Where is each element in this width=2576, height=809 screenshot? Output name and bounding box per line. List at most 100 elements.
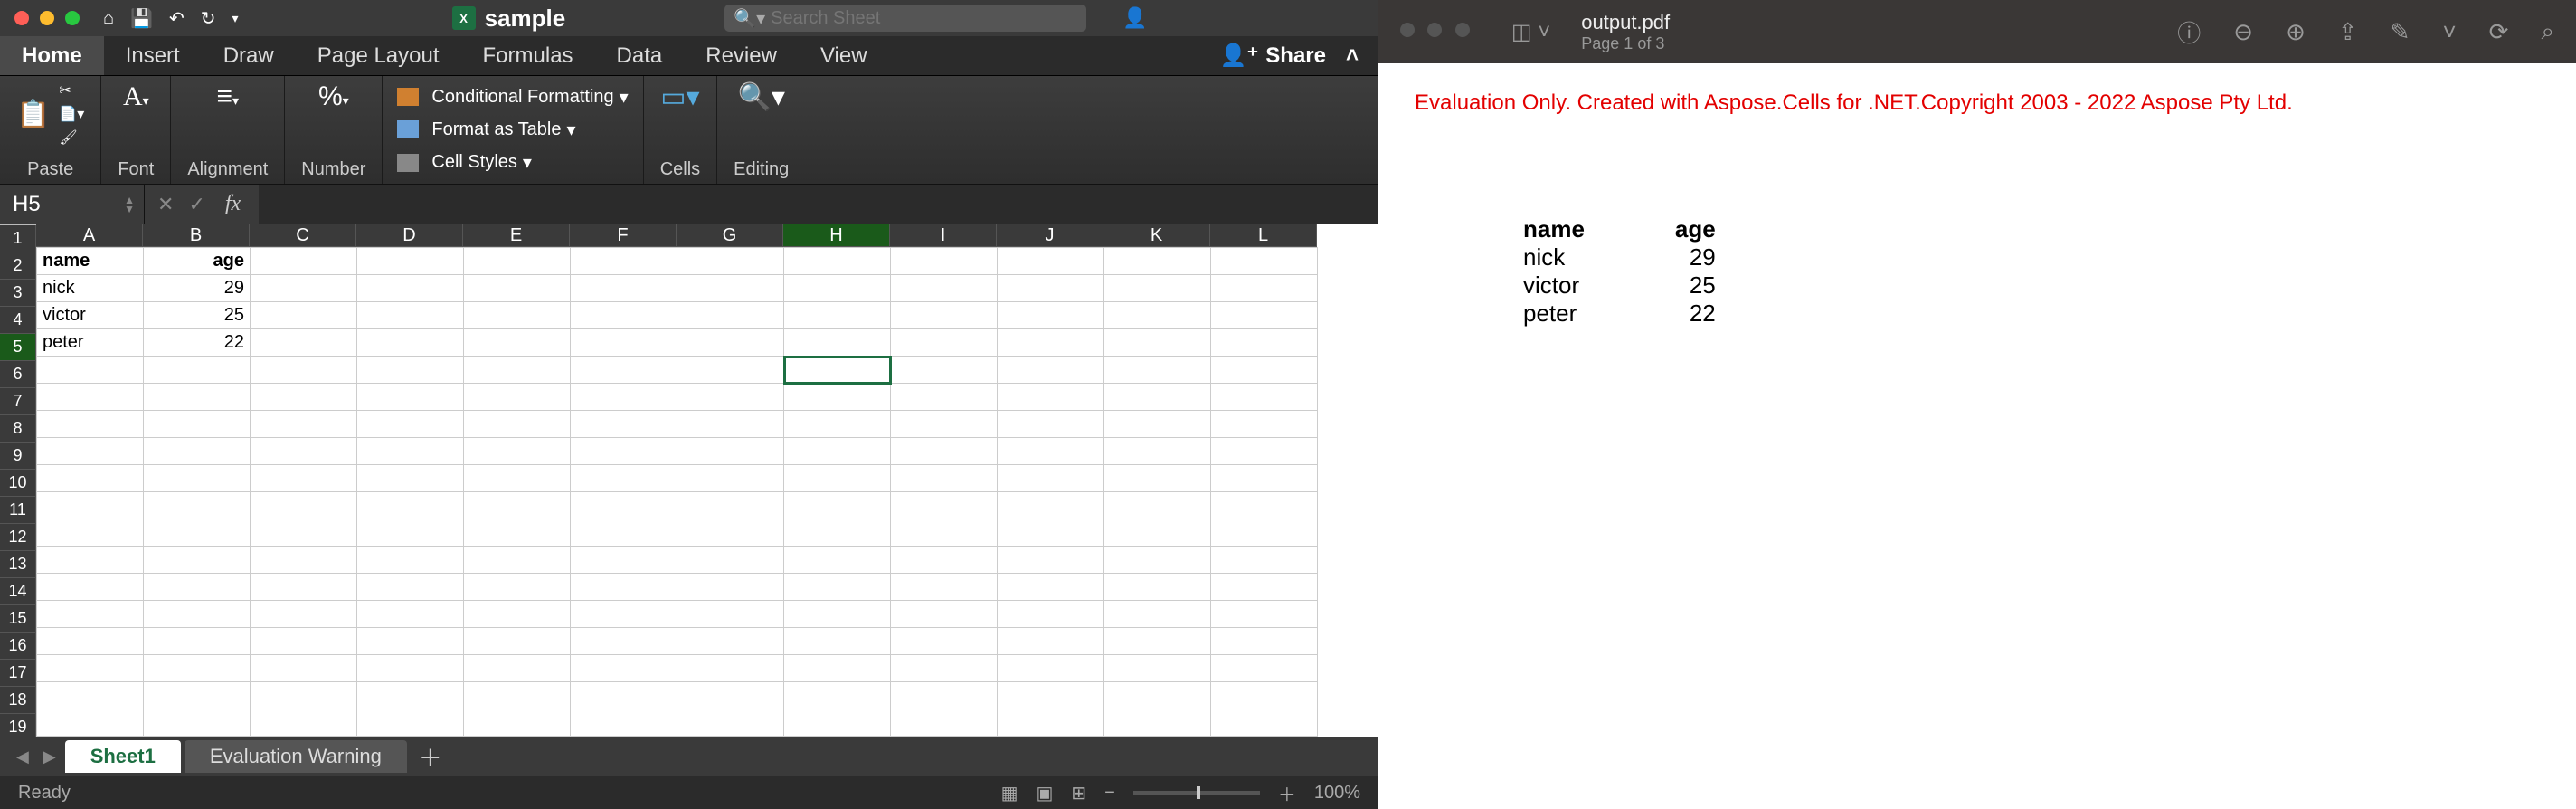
cell[interactable]: [571, 682, 677, 709]
cell[interactable]: [784, 492, 891, 519]
cell[interactable]: [998, 384, 1104, 411]
cells-area[interactable]: name age nick 29 victor 25: [36, 247, 1378, 737]
cell[interactable]: [1104, 574, 1211, 601]
cell[interactable]: [251, 682, 357, 709]
cell[interactable]: [998, 628, 1104, 655]
cell[interactable]: [1104, 384, 1211, 411]
cell[interactable]: [1211, 547, 1318, 574]
cell[interactable]: [464, 438, 571, 465]
cell[interactable]: [357, 465, 464, 492]
cell[interactable]: [37, 709, 144, 737]
sheet-nav-prev[interactable]: ◀: [11, 747, 34, 766]
cell[interactable]: [571, 438, 677, 465]
cell[interactable]: [251, 465, 357, 492]
cell[interactable]: [1211, 357, 1318, 384]
cell[interactable]: [677, 492, 784, 519]
cell[interactable]: [357, 709, 464, 737]
cell[interactable]: [998, 492, 1104, 519]
cell[interactable]: [251, 601, 357, 628]
col-header[interactable]: I: [890, 224, 997, 247]
cell[interactable]: [357, 574, 464, 601]
cell[interactable]: [1104, 655, 1211, 682]
col-header[interactable]: D: [356, 224, 463, 247]
row-header[interactable]: 10: [0, 470, 36, 497]
cell[interactable]: [144, 465, 251, 492]
cell[interactable]: [677, 384, 784, 411]
cell[interactable]: [998, 248, 1104, 275]
cell[interactable]: [1211, 574, 1318, 601]
cell[interactable]: [784, 709, 891, 737]
tab-review[interactable]: Review: [684, 36, 799, 75]
cell[interactable]: [464, 492, 571, 519]
cell[interactable]: [144, 601, 251, 628]
cell[interactable]: [784, 682, 891, 709]
cell[interactable]: [464, 465, 571, 492]
cell[interactable]: [251, 248, 357, 275]
cell[interactable]: [891, 275, 998, 302]
cell[interactable]: [251, 519, 357, 547]
cell[interactable]: [357, 302, 464, 329]
cell[interactable]: [357, 519, 464, 547]
cell[interactable]: [1211, 384, 1318, 411]
cell[interactable]: [1211, 411, 1318, 438]
cell[interactable]: [1211, 465, 1318, 492]
cell[interactable]: [144, 357, 251, 384]
conditional-formatting-button[interactable]: Conditional Formatting ▾: [397, 83, 628, 110]
cancel-formula-icon[interactable]: ✕: [157, 193, 174, 216]
cell[interactable]: [998, 682, 1104, 709]
cell[interactable]: [357, 329, 464, 357]
cell[interactable]: [144, 384, 251, 411]
share-icon[interactable]: ⇪: [2338, 18, 2358, 46]
zoom-in-icon[interactable]: ⊕: [2286, 18, 2306, 46]
cell[interactable]: [998, 275, 1104, 302]
cell[interactable]: [37, 384, 144, 411]
cell[interactable]: [144, 709, 251, 737]
cell[interactable]: [37, 574, 144, 601]
cell[interactable]: [357, 601, 464, 628]
cell[interactable]: [571, 275, 677, 302]
cell[interactable]: [891, 411, 998, 438]
cell[interactable]: [1104, 492, 1211, 519]
cell[interactable]: [1211, 682, 1318, 709]
cell[interactable]: [251, 628, 357, 655]
cell[interactable]: [1104, 248, 1211, 275]
cell[interactable]: [357, 547, 464, 574]
cell[interactable]: [784, 302, 891, 329]
cell[interactable]: [1104, 682, 1211, 709]
cell[interactable]: [891, 438, 998, 465]
cell[interactable]: [464, 574, 571, 601]
markup-icon[interactable]: ✎: [2391, 18, 2410, 46]
cell[interactable]: [1104, 438, 1211, 465]
cell[interactable]: [891, 492, 998, 519]
cell[interactable]: [784, 384, 891, 411]
cell[interactable]: [1211, 601, 1318, 628]
col-header[interactable]: H: [783, 224, 890, 247]
cell[interactable]: [784, 248, 891, 275]
col-header[interactable]: F: [570, 224, 677, 247]
format-painter-icon[interactable]: 🖌: [59, 128, 84, 147]
cell[interactable]: [37, 492, 144, 519]
col-header[interactable]: C: [250, 224, 356, 247]
cell[interactable]: [677, 682, 784, 709]
cell[interactable]: [1104, 465, 1211, 492]
cell-B3[interactable]: 25: [144, 302, 251, 329]
row-header[interactable]: 9: [0, 443, 36, 470]
cell[interactable]: [357, 411, 464, 438]
cell[interactable]: [37, 519, 144, 547]
cell[interactable]: [251, 275, 357, 302]
maximize-button[interactable]: [1455, 23, 1470, 37]
cell[interactable]: [251, 709, 357, 737]
tab-view[interactable]: View: [799, 36, 889, 75]
cell[interactable]: [784, 411, 891, 438]
row-header[interactable]: 17: [0, 660, 36, 687]
cell[interactable]: [464, 411, 571, 438]
cell[interactable]: [784, 438, 891, 465]
cell[interactable]: [571, 601, 677, 628]
row-header[interactable]: 15: [0, 605, 36, 633]
cell[interactable]: [891, 302, 998, 329]
cell[interactable]: [464, 628, 571, 655]
cell[interactable]: [251, 438, 357, 465]
cell[interactable]: [784, 628, 891, 655]
cell[interactable]: [571, 302, 677, 329]
cell[interactable]: [464, 329, 571, 357]
